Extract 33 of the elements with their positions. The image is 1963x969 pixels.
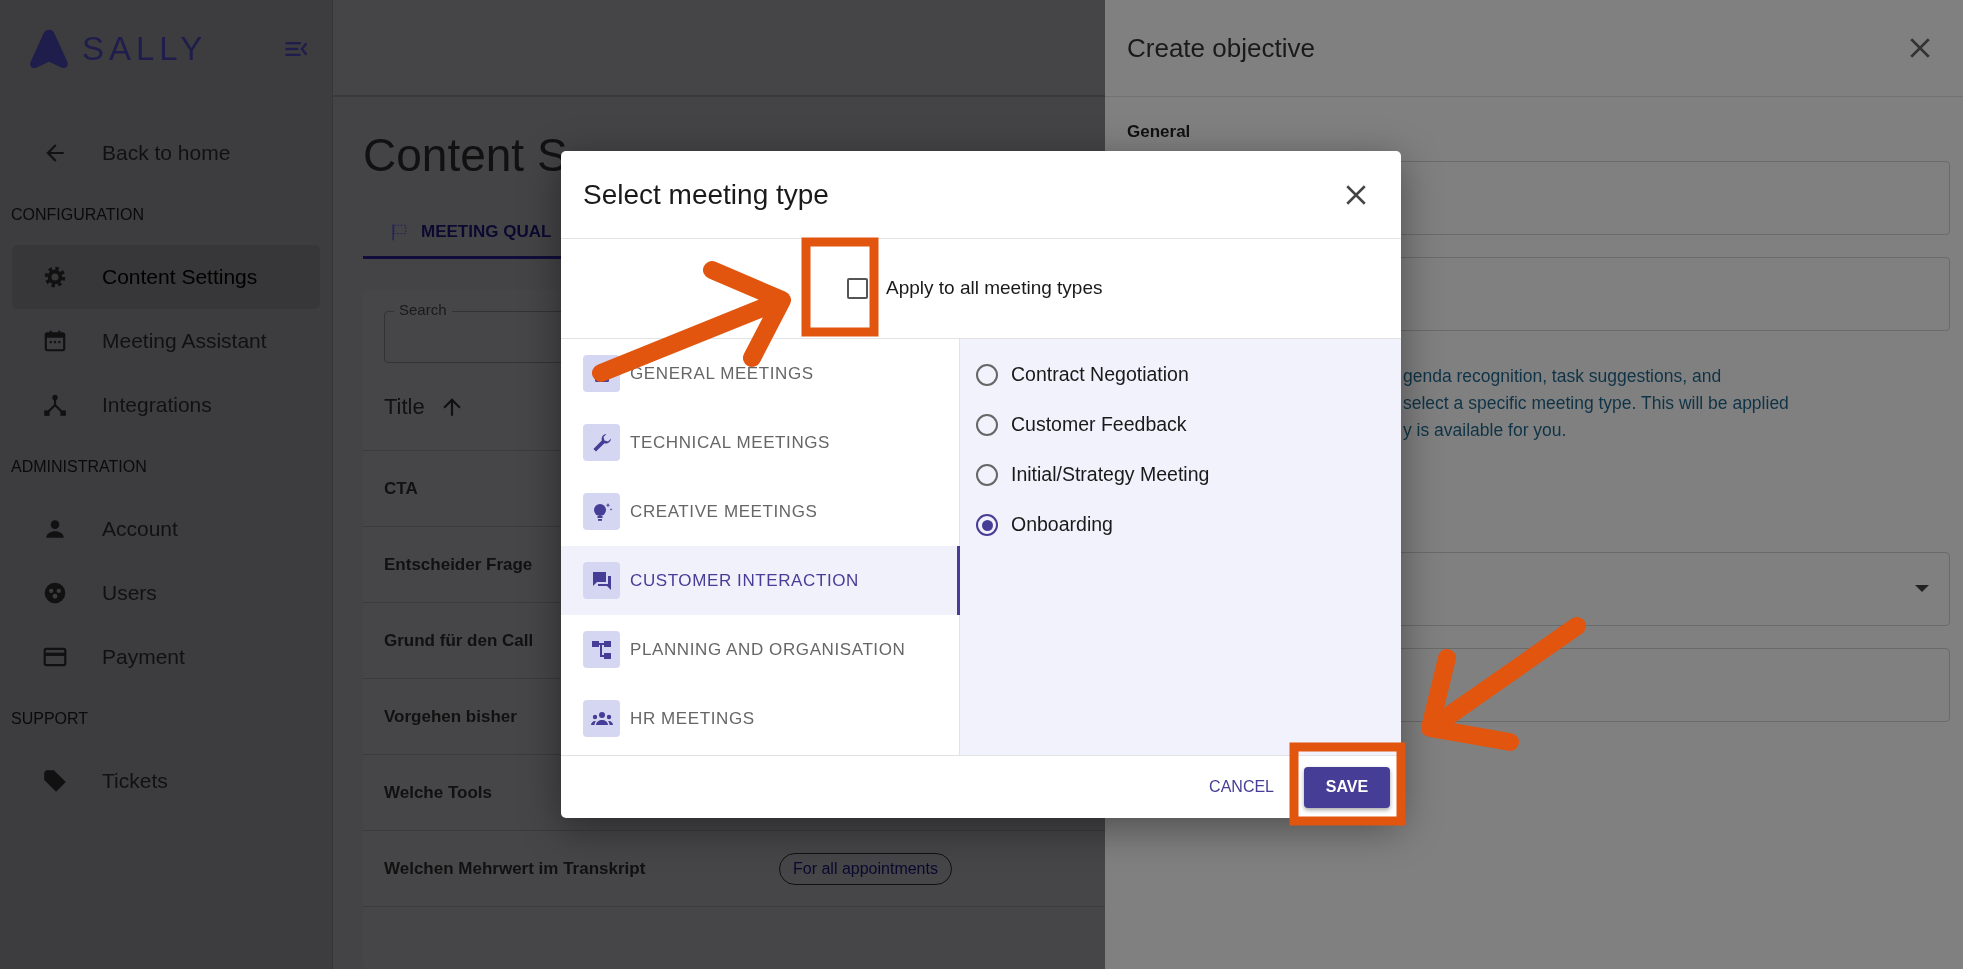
dialog-title: Select meeting type — [583, 177, 829, 212]
drawer-title: Create objective — [1127, 31, 1315, 65]
calendar-icon — [42, 328, 68, 354]
table-cell: Entscheider Frage — [384, 554, 533, 574]
radio-option[interactable]: Customer Feedback — [960, 400, 1401, 450]
radio-button[interactable] — [976, 464, 998, 486]
description-text: y is available for you. — [1403, 418, 1568, 442]
radio-option[interactable]: Contract Negotiation — [960, 350, 1401, 400]
checkbox-option[interactable]: Apply to all meeting types — [847, 274, 1103, 303]
table-cell: Vorgehen bisher — [384, 706, 517, 726]
radio-option[interactable]: Initial/Strategy Meeting — [960, 450, 1401, 500]
category-item[interactable]: CUSTOMER INTERACTION — [561, 546, 960, 615]
category-item[interactable]: TECHNICAL MEETINGS — [561, 408, 960, 477]
gear-icon — [42, 264, 68, 290]
description-text: select a specific meeting type. This will be applied — [1403, 391, 1790, 415]
save-button[interactable]: SAVE — [1304, 766, 1390, 808]
radio-option[interactable]: Onboarding — [960, 500, 1401, 550]
category-item[interactable]: PLANNING AND ORGANISATION — [561, 615, 960, 684]
table-cell: CTA — [384, 478, 418, 498]
description-text: genda recognition, task suggestions, and — [1403, 364, 1723, 388]
caret-down-icon — [1915, 585, 1929, 592]
users-icon — [42, 580, 68, 606]
radio-button[interactable] — [976, 414, 998, 436]
hub-icon — [42, 392, 68, 418]
tag-icon — [42, 768, 68, 794]
category-item[interactable]: HR MEETINGS — [561, 684, 960, 753]
section-label: General — [1127, 121, 1192, 143]
category-item[interactable]: CREATIVE MEETINGS — [561, 477, 960, 546]
cancel-button[interactable]: CANCEL — [1209, 775, 1274, 799]
checkbox[interactable] — [847, 278, 868, 299]
radio-button[interactable] — [976, 514, 998, 536]
radio-button[interactable] — [976, 364, 998, 386]
category-item[interactable]: GENERAL MEETINGS — [561, 339, 960, 408]
